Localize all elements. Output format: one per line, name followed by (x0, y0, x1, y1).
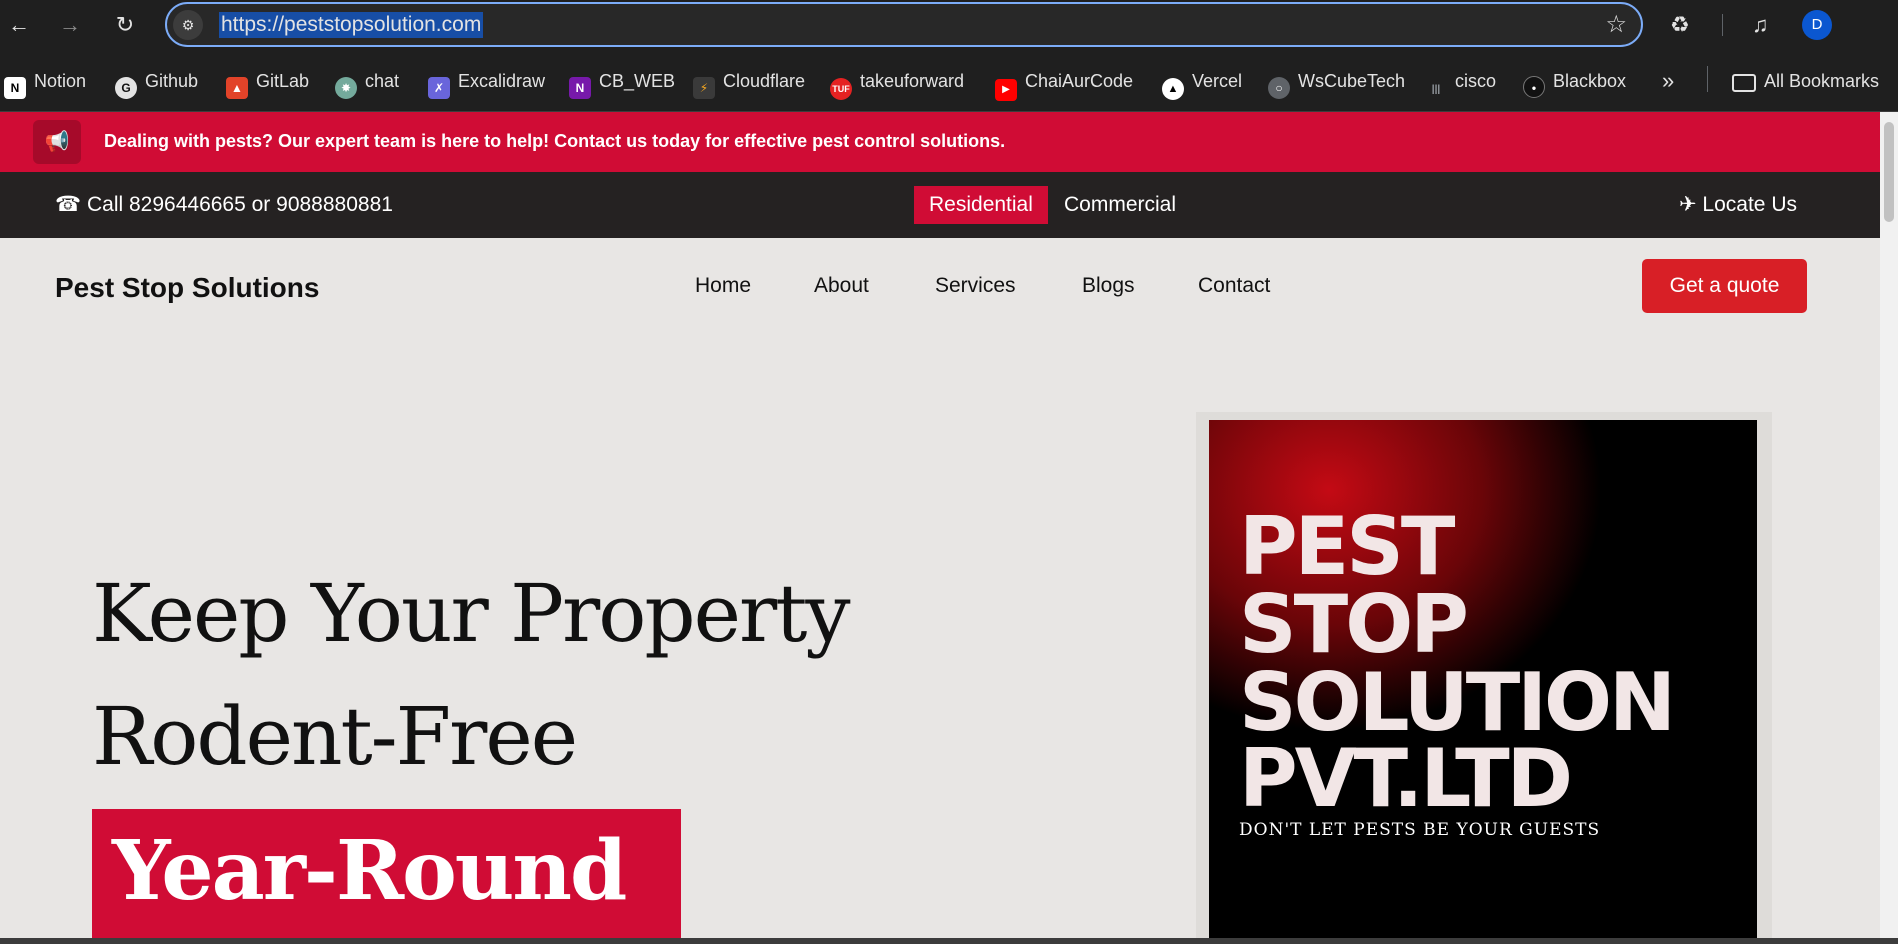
bookmark-label: Notion (34, 71, 87, 91)
bookmark-takeuforward[interactable]: TUF takeuforward (830, 66, 965, 100)
bookmark-label: ChaiAurCode (1025, 71, 1134, 91)
nav-contact[interactable]: Contact (1198, 274, 1270, 298)
bookmark-excalidraw[interactable]: ✗ Excalidraw (428, 66, 546, 99)
bookmarks-bar: N Notion G Github ▲ GitLab ✸ chat ✗ Excalidra… (0, 50, 1898, 112)
bookmark-gitlab[interactable]: ▲ GitLab (226, 66, 310, 99)
chatgpt-icon: ✸ (335, 77, 357, 99)
window-bottom-edge (0, 938, 1898, 944)
browser-toolbar: ← → ↻ ⚙ https://peststopsolution.com ☆ ♻… (0, 0, 1898, 50)
nav-about[interactable]: About (814, 274, 869, 298)
bookmark-label: chat (365, 71, 400, 91)
bookmark-chat[interactable]: ✸ chat (335, 66, 400, 99)
media-control-icon[interactable]: ♫ (1752, 10, 1769, 40)
url-text[interactable]: https://peststopsolution.com (219, 12, 484, 38)
get-quote-button[interactable]: Get a quote (1642, 259, 1807, 313)
locate-us-link[interactable]: ✈ Locate Us (1679, 192, 1797, 217)
all-bookmarks-label: All Bookmarks (1764, 71, 1880, 91)
company-poster: PEST STOP SOLUTION PVT.LTD DON'T LET PES… (1209, 420, 1757, 938)
github-icon: G (115, 77, 137, 99)
bookmark-cisco[interactable]: ||| cisco (1425, 66, 1496, 96)
scrollbar-thumb[interactable] (1884, 122, 1894, 222)
bookmark-label: Vercel (1192, 71, 1243, 91)
hero-highlight-box: Year-Round (92, 809, 681, 938)
bookmark-cloudflare[interactable]: ⚡ Cloudflare (693, 66, 806, 99)
bookmark-label: Github (145, 71, 199, 91)
nav-home[interactable]: Home (695, 274, 751, 298)
nav-blogs[interactable]: Blogs (1082, 274, 1135, 298)
vercel-icon: ▲ (1162, 78, 1184, 100)
cisco-icon: ||| (1431, 84, 1441, 95)
excalidraw-icon: ✗ (428, 77, 450, 99)
page-scrollbar[interactable] (1880, 112, 1898, 938)
megaphone-icon: 📢 (33, 120, 81, 164)
all-bookmarks-folder[interactable]: All Bookmarks (1732, 66, 1879, 96)
bookmark-wscubetech[interactable]: ○ WsCubeTech (1268, 66, 1406, 99)
gitlab-icon: ▲ (226, 77, 248, 99)
globe-icon: ○ (1268, 77, 1290, 99)
back-icon[interactable]: ← (4, 10, 34, 40)
bookmark-chaiaurcode[interactable]: ▶ ChaiAurCode (995, 66, 1134, 101)
commercial-toggle[interactable]: Commercial (1064, 186, 1176, 224)
extensions-icon[interactable]: ♻ (1670, 10, 1690, 40)
hero-highlight-text: Year-Round (112, 823, 627, 919)
site-header: Pest Stop Solutions Home About Services … (0, 238, 1880, 338)
tuf-icon: TUF (830, 78, 852, 100)
site-info-icon[interactable]: ⚙ (173, 10, 203, 40)
youtube-icon: ▶ (995, 79, 1017, 101)
web-page: 📢 Dealing with pests? Our expert team is… (0, 112, 1880, 938)
poster-tagline: DON'T LET PESTS BE YOUR GUESTS (1239, 820, 1601, 840)
bookmark-label: CB_WEB (599, 71, 676, 91)
forward-icon[interactable]: → (55, 10, 85, 40)
address-bar[interactable]: ⚙ https://peststopsolution.com ☆ (165, 2, 1643, 47)
brand-logo-text[interactable]: Pest Stop Solutions (55, 272, 319, 304)
bookmark-vercel[interactable]: ▲ Vercel (1162, 66, 1243, 100)
bookmark-cb-web[interactable]: N CB_WEB (569, 66, 676, 99)
bookmark-label: GitLab (256, 71, 310, 91)
reload-icon[interactable]: ↻ (110, 10, 140, 40)
announcement-text: Dealing with pests? Our expert team is h… (104, 131, 1006, 151)
blackbox-icon: • (1523, 76, 1545, 98)
onenote-icon: N (569, 77, 591, 99)
bookmark-star-icon[interactable]: ☆ (1605, 10, 1627, 39)
folder-icon (1732, 74, 1756, 92)
notion-icon: N (4, 77, 26, 99)
bookmark-label: WsCubeTech (1298, 71, 1406, 91)
nav-services[interactable]: Services (935, 274, 1016, 298)
poster-line: PVT.LTD (1239, 732, 1573, 825)
hero-heading-line2: Rodent-Free (92, 690, 578, 783)
hero-heading-line1: Keep Your Property (92, 567, 851, 660)
bookmark-github[interactable]: G Github (115, 66, 199, 99)
bookmark-blackbox[interactable]: • Blackbox (1523, 66, 1627, 98)
bookmark-label: cisco (1455, 71, 1497, 91)
more-bookmarks-icon[interactable]: » (1662, 66, 1674, 96)
toolbar-divider (1722, 14, 1723, 36)
bookmark-label: Blackbox (1553, 71, 1627, 91)
cloudflare-icon: ⚡ (693, 77, 715, 99)
profile-avatar[interactable]: D (1802, 10, 1832, 40)
announcement-bar: 📢 Dealing with pests? Our expert team is… (0, 112, 1880, 172)
bookmarks-divider (1707, 66, 1708, 92)
bookmark-label: takeuforward (860, 71, 965, 91)
contact-topbar: ☎ Call 8296446665 or 9088880881 Resident… (0, 172, 1880, 238)
bookmark-label: Cloudflare (723, 71, 806, 91)
call-numbers[interactable]: ☎ Call 8296446665 or 9088880881 (55, 192, 393, 217)
bookmark-notion[interactable]: N Notion (4, 66, 87, 99)
residential-toggle[interactable]: Residential (914, 186, 1048, 224)
bookmark-label: Excalidraw (458, 71, 546, 91)
